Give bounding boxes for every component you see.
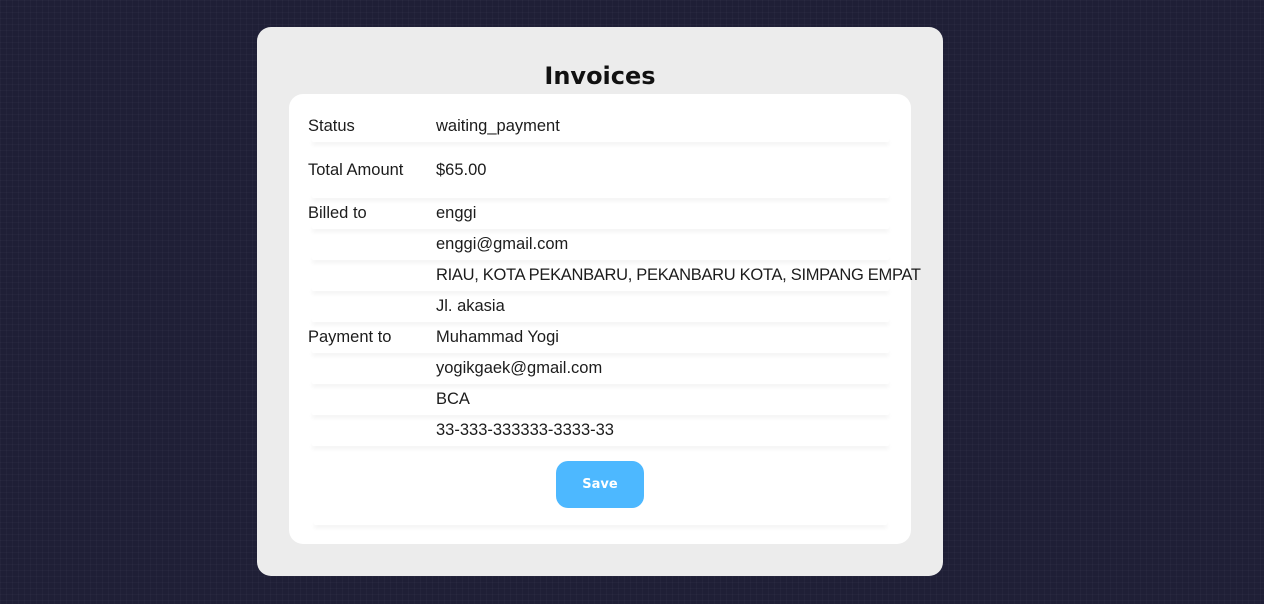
invoice-row-payment-to-bank: BCA [308,384,893,415]
payment-to-account: 33-333-333333-3333-33 [436,421,614,439]
save-button[interactable]: Save [556,461,644,508]
invoice-row-billed-to-street: Jl. akasia [308,291,893,322]
invoice-row-status: Status waiting_payment [308,110,893,142]
payment-to-label: Payment to [308,328,392,346]
status-label: Status [308,116,355,135]
invoice-row-billed-to-email: enggi@gmail.com [308,229,893,260]
invoice-row-billed-to-region: RIAU, KOTA PEKANBARU, PEKANBARU KOTA, SI… [308,260,921,291]
billed-to-street: Jl. akasia [436,297,505,315]
invoice-row-payment-to: Payment to Muhammad Yogi [308,322,893,353]
page-title: Invoices [544,62,656,90]
invoice-row-billed-to: Billed to enggi [308,198,893,229]
invoice-card: Invoices Status waiting_payment Total Am… [257,27,943,576]
invoice-details-panel: Status waiting_payment Total Amount $65.… [289,94,921,544]
billed-to-name: enggi [436,204,477,222]
billed-to-email: enggi@gmail.com [436,235,569,253]
billed-to-region: RIAU, KOTA PEKANBARU, PEKANBARU KOTA, SI… [436,266,921,284]
total-amount-label: Total Amount [308,160,404,179]
invoice-row-payment-to-email: yogikgaek@gmail.com [308,353,893,384]
billed-to-label: Billed to [308,204,367,222]
save-action-area: Save [308,446,893,525]
invoice-row-total-amount: Total Amount $65.00 [308,142,893,198]
invoice-row-payment-to-account: 33-333-333333-3333-33 [308,415,893,446]
status-value: waiting_payment [436,116,560,135]
payment-to-name: Muhammad Yogi [436,328,559,346]
total-amount-value: $65.00 [436,160,487,179]
payment-to-email: yogikgaek@gmail.com [436,359,603,377]
payment-to-bank: BCA [436,390,470,408]
